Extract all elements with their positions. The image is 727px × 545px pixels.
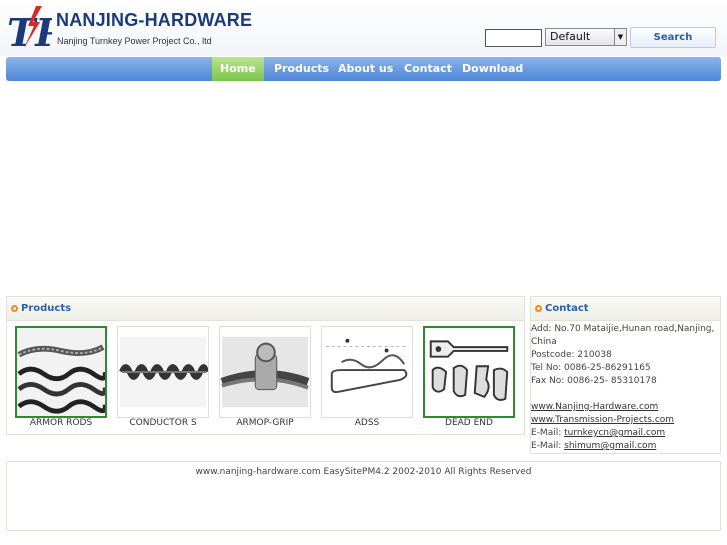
product-thumb-conductor[interactable] (117, 326, 209, 418)
contact-fax: Fax No: 0086-25- 85310178 (531, 376, 657, 386)
main-nav: Home Products About us Contact Download (6, 57, 721, 81)
dead-end-fittings-image (425, 328, 513, 416)
contact-country: China (531, 337, 557, 347)
search-button[interactable]: Search (630, 27, 716, 48)
nav-home[interactable]: Home (212, 57, 264, 81)
adss-image (322, 327, 412, 417)
site-link-nanjing-hardware[interactable]: www.Nanjing-Hardware.com (531, 402, 658, 412)
company-logo[interactable]: TP (6, 4, 65, 55)
contact-address: Add: No.70 Mataijie,Hunan road,Nanjing, (531, 324, 715, 334)
products-panel: Products ARMOR RODS CONDUCTOR S ARMOP-GR… (6, 296, 525, 435)
conductor-spiral-image (118, 327, 208, 417)
armor-rods-image (17, 328, 105, 416)
bullet-icon (11, 304, 18, 312)
site-footer: www.nanjing-hardware.com EasySitePM4.2 2… (6, 461, 721, 531)
bullet-icon (535, 304, 542, 312)
search-scope-select[interactable]: Default ▼ (545, 28, 627, 46)
product-thumb-dead-end[interactable] (423, 326, 515, 418)
company-tagline: Nanjing Turnkey Power Project Co., ltd (57, 36, 212, 46)
email-link-turnkeycn[interactable]: turnkeycn@gmail.com (564, 428, 665, 438)
search-scope-value: Default (550, 30, 591, 43)
nav-download[interactable]: Download (454, 57, 531, 81)
contact-tel: Tel No: 0086-25-86291165 (531, 363, 651, 373)
product-caption[interactable]: ARMOR RODS (15, 418, 107, 428)
contact-title: Contact (545, 303, 589, 314)
dropdown-arrow-icon: ▼ (614, 29, 626, 45)
contact-postcode: Postcode: 210038 (531, 350, 612, 360)
nav-about-us[interactable]: About us (330, 57, 401, 81)
product-thumb-armor-rods[interactable] (15, 326, 107, 418)
logo-letters: TP (7, 10, 52, 52)
product-caption[interactable]: DEAD END (423, 418, 515, 428)
copyright-text: www.nanjing-hardware.com EasySitePM4.2 2… (195, 467, 532, 477)
contact-details: Add: No.70 Mataijie,Hunan road,Nanjing, … (531, 321, 720, 453)
product-caption[interactable]: CONDUCTOR S (117, 418, 209, 428)
email-label: E-Mail: (531, 428, 562, 438)
nav-contact[interactable]: Contact (396, 57, 460, 81)
armor-grip-image (220, 327, 310, 417)
products-title: Products (21, 303, 72, 314)
brand-name: NANJING-HARDWARE (56, 10, 253, 30)
site-header: TP NANJING-HARDWARE Nanjing Turnkey Powe… (0, 0, 727, 56)
email-link-shimum[interactable]: shimum@gmail.com (564, 441, 656, 451)
contact-panel-header: Contact (531, 297, 720, 321)
contact-panel: Contact Add: No.70 Mataijie,Hunan road,N… (530, 296, 721, 454)
email-label: E-Mail: (531, 441, 562, 451)
products-panel-header: Products (7, 297, 524, 321)
product-thumb-armor-grip[interactable] (219, 326, 311, 418)
product-caption[interactable]: ARMOP-GRIP (219, 418, 311, 428)
product-caption[interactable]: ADSS (321, 418, 413, 428)
product-thumb-adss[interactable] (321, 326, 413, 418)
site-link-transmission-projects[interactable]: www.Transmission-Projects.com (531, 415, 674, 425)
search-input[interactable] (485, 29, 542, 47)
nav-products[interactable]: Products (266, 57, 337, 81)
